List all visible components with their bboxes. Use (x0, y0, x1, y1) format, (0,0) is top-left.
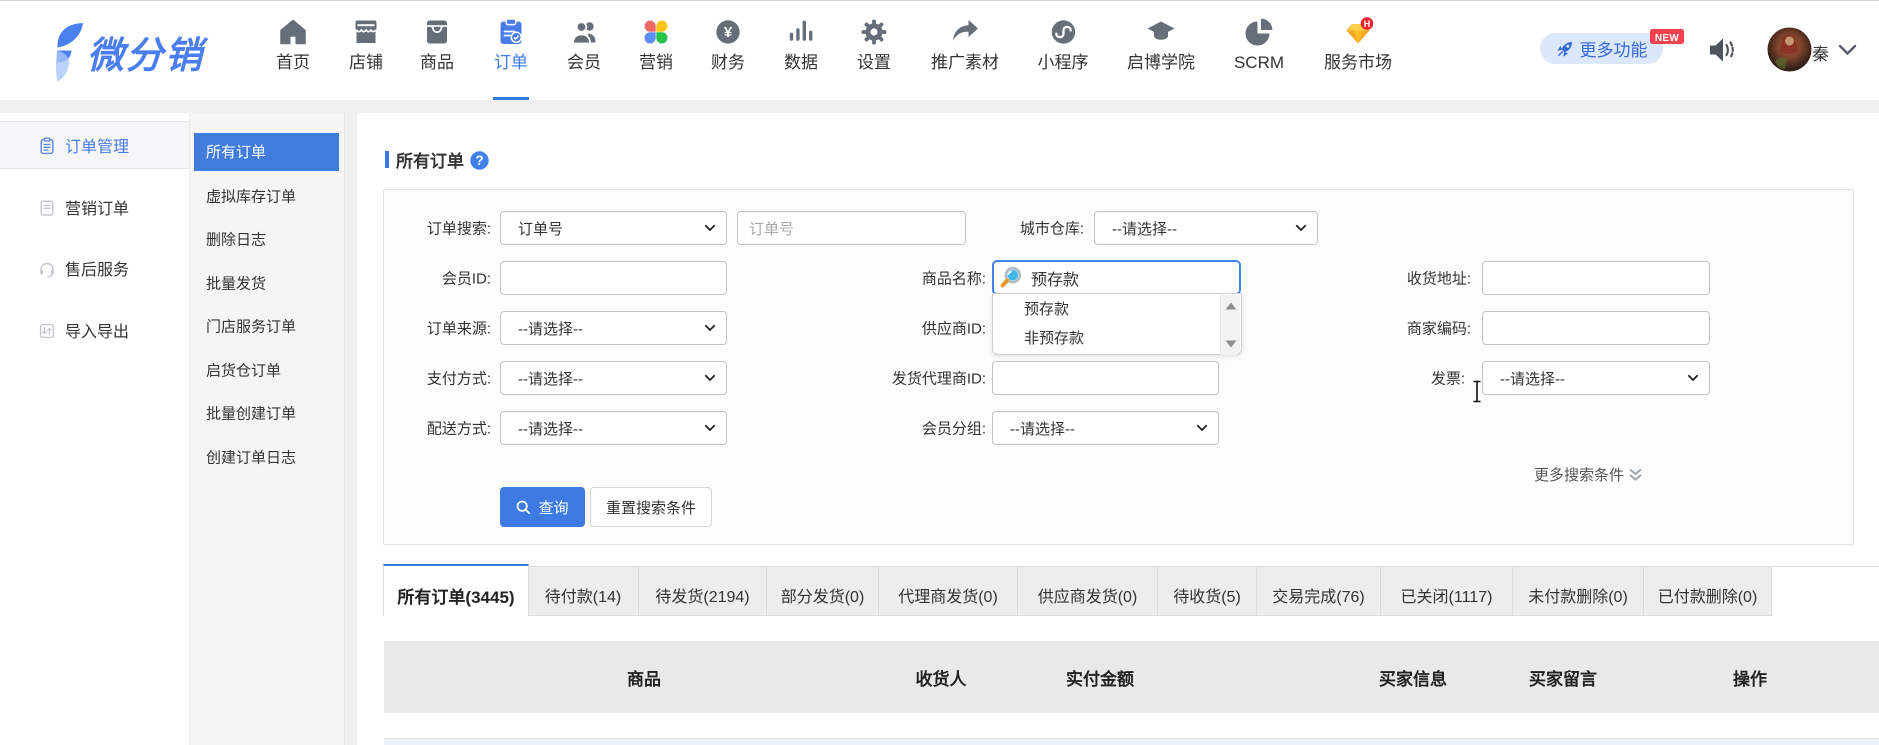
svg-text:H: H (1364, 19, 1371, 29)
svg-text:?: ? (475, 153, 483, 168)
svg-text:¥: ¥ (724, 24, 733, 41)
